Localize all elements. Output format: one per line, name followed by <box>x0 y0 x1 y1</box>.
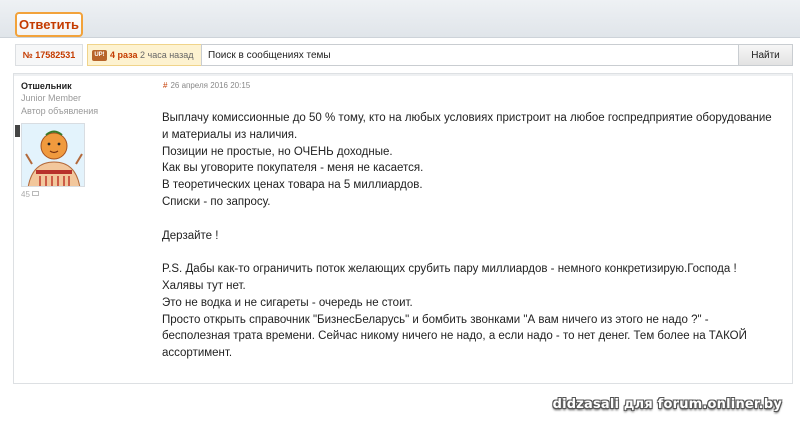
author-rating: 45 <box>21 190 40 199</box>
post-text-line: Это не водка и не сигареты - очередь не … <box>162 296 413 309</box>
rating-value: 45 <box>21 190 30 199</box>
post-text-line: Выплачу комиссионные до 50 % тому, кто н… <box>162 112 772 141</box>
author-panel: Отшельник Junior Member Автор объявления <box>15 80 151 199</box>
post-divider <box>14 74 792 76</box>
up-time: 2 часа назад <box>140 50 194 60</box>
post-text-line: P.S. Дабы как-то ограничить поток желающ… <box>162 263 737 292</box>
forum-post: Отшельник Junior Member Автор объявления <box>13 73 793 384</box>
author-rank: Junior Member <box>21 93 82 103</box>
topic-id-link[interactable]: № 17582531 <box>15 44 83 66</box>
author-role: Автор объявления <box>21 106 99 116</box>
reply-button[interactable]: Ответить <box>15 12 83 37</box>
author-name[interactable]: Отшельник <box>21 80 151 92</box>
post-text-line: Позиции не простые, но ОЧЕНЬ доходные. <box>162 145 393 158</box>
search-input[interactable] <box>202 45 740 65</box>
post-meta: #26 апреля 2016 20:15 <box>163 81 250 90</box>
watermark: didzasali для forum.onliner.by <box>552 397 782 412</box>
avatar-illustration <box>22 124 84 186</box>
online-indicator <box>15 125 20 137</box>
post-anchor-link[interactable]: # <box>163 81 167 90</box>
up-icon: UP! <box>92 50 107 62</box>
up-count: 4 раза <box>110 50 138 60</box>
topic-search: Найти <box>201 44 793 66</box>
topic-info-bar: № 17582531 UP!4 раза 2 часа назад Найти <box>15 44 793 68</box>
avatar-wrap <box>15 123 85 187</box>
up-status: UP! 4 раза 2 часа назад <box>87 44 213 66</box>
top-toolbar: Ответить <box>0 0 800 38</box>
post-text-line: Списки - по запросу. <box>162 195 271 208</box>
post-body: Выплачу комиссионные до 50 % тому, кто н… <box>162 110 778 362</box>
post-text-line: Просто открыть справочник "БизнесБеларус… <box>162 313 747 360</box>
post-date: 26 апреля 2016 20:15 <box>170 81 251 90</box>
avatar[interactable] <box>21 123 85 187</box>
search-button[interactable]: Найти <box>738 45 792 65</box>
post-text-line: Дерзайте ! <box>162 229 219 242</box>
post-text-line: Как вы уговорите покупателя - меня не ка… <box>162 162 424 175</box>
comment-icon <box>32 191 40 196</box>
post-text-line: В теоретических ценах товара на 5 миллиа… <box>162 179 423 192</box>
